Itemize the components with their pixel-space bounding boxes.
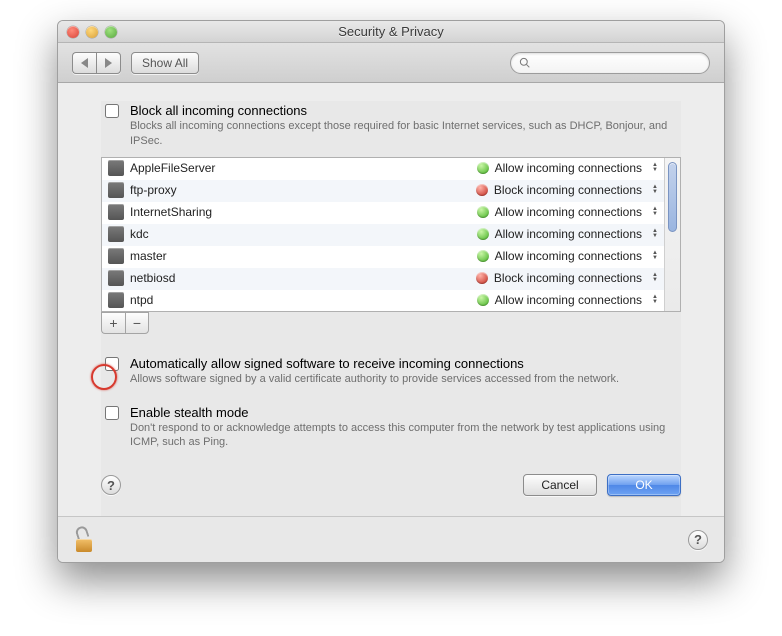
lock-icon[interactable]: [74, 528, 94, 552]
app-rules-list: AppleFileServerAllow incoming connection…: [101, 157, 681, 312]
app-icon: [108, 248, 124, 264]
list-scrollbar[interactable]: [664, 158, 680, 311]
rule-stepper-icon[interactable]: ▲▼: [652, 184, 658, 196]
window-help-button[interactable]: ?: [688, 530, 708, 550]
app-rule-row[interactable]: ftp-proxy Block incoming connections ▲▼: [102, 180, 664, 202]
status-dot-icon: [477, 228, 489, 240]
preferences-window: Security & Privacy Show All Block all in…: [57, 20, 725, 563]
app-rule-row[interactable]: AppleFileServerAllow incoming connection…: [102, 158, 664, 180]
rule-status-cell[interactable]: Allow incoming connections ▲▼: [477, 293, 658, 307]
app-name: InternetSharing: [130, 205, 477, 219]
rule-status-cell[interactable]: Block incoming connections ▲▼: [476, 183, 658, 197]
show-all-button[interactable]: Show All: [131, 52, 199, 74]
add-remove-bar: + −: [101, 312, 681, 334]
status-dot-icon: [477, 294, 489, 306]
auto-allow-label: Automatically allow signed software to r…: [130, 356, 681, 371]
chevron-left-icon: [81, 58, 88, 68]
auto-allow-checkbox[interactable]: [105, 357, 119, 371]
app-name: AppleFileServer: [130, 161, 477, 175]
app-rule-row[interactable]: kdc Allow incoming connections ▲▼: [102, 224, 664, 246]
nav-back-forward: [72, 52, 121, 74]
app-rule-row[interactable]: netbiosd Block incoming connections ▲▼: [102, 268, 664, 290]
app-icon: [108, 226, 124, 242]
rule-status-cell[interactable]: Allow incoming connections ▲▼: [477, 227, 658, 241]
stealth-checkbox[interactable]: [105, 406, 119, 420]
rule-status-cell[interactable]: Block incoming connections ▲▼: [476, 271, 658, 285]
stealth-option: Enable stealth mode Don't respond to or …: [101, 403, 681, 453]
app-icon: [108, 204, 124, 220]
rule-stepper-icon[interactable]: ▲▼: [652, 228, 658, 240]
cancel-button[interactable]: Cancel: [523, 474, 597, 496]
window-title: Security & Privacy: [58, 24, 724, 39]
window-bottom-bar: ?: [58, 516, 724, 562]
rule-stepper-icon[interactable]: ▲▼: [652, 294, 658, 306]
status-dot-icon: [476, 272, 488, 284]
search-field-wrap[interactable]: [510, 52, 710, 74]
ok-button[interactable]: OK: [607, 474, 681, 496]
app-rule-row[interactable]: master Allow incoming connections ▲▼: [102, 246, 664, 268]
app-rule-row[interactable]: ntpd Allow incoming connections ▲▼: [102, 290, 664, 311]
app-name: master: [130, 249, 477, 263]
app-icon: [108, 292, 124, 308]
stealth-label: Enable stealth mode: [130, 405, 681, 420]
help-button[interactable]: ?: [101, 475, 121, 495]
app-name: ntpd: [130, 293, 477, 307]
rule-stepper-icon[interactable]: ▲▼: [652, 272, 658, 284]
app-icon: [108, 270, 124, 286]
app-icon: [108, 182, 124, 198]
sheet-body: Block all incoming connections Blocks al…: [58, 83, 724, 562]
rule-status-text: Allow incoming connections: [495, 249, 642, 263]
auto-allow-option: Automatically allow signed software to r…: [101, 354, 681, 389]
sheet-footer: ? Cancel OK: [101, 474, 681, 516]
app-icon: [108, 160, 124, 176]
app-rule-row[interactable]: InternetSharingAllow incoming connection…: [102, 202, 664, 224]
status-dot-icon: [477, 206, 489, 218]
rule-status-text: Allow incoming connections: [495, 205, 642, 219]
firewall-options-sheet: Block all incoming connections Blocks al…: [101, 101, 681, 516]
rule-stepper-icon[interactable]: ▲▼: [652, 250, 658, 262]
remove-app-button[interactable]: −: [125, 312, 149, 334]
forward-button[interactable]: [96, 52, 121, 74]
block-all-description: Blocks all incoming connections except t…: [130, 119, 681, 149]
rule-status-text: Allow incoming connections: [495, 293, 642, 307]
rule-stepper-icon[interactable]: ▲▼: [652, 206, 658, 218]
rule-status-text: Allow incoming connections: [495, 227, 642, 241]
stealth-description: Don't respond to or acknowledge attempts…: [130, 421, 681, 451]
chevron-right-icon: [105, 58, 112, 68]
block-all-checkbox[interactable]: [105, 104, 119, 118]
add-app-button[interactable]: +: [101, 312, 125, 334]
rule-status-cell[interactable]: Allow incoming connections ▲▼: [477, 249, 658, 263]
rule-status-text: Allow incoming connections: [495, 161, 642, 175]
status-dot-icon: [476, 184, 488, 196]
back-button[interactable]: [72, 52, 96, 74]
app-name: netbiosd: [130, 271, 476, 285]
rule-stepper-icon[interactable]: ▲▼: [652, 162, 658, 174]
toolbar: Show All: [58, 43, 724, 83]
app-rules-list-inner[interactable]: AppleFileServerAllow incoming connection…: [102, 158, 664, 311]
block-all-option: Block all incoming connections Blocks al…: [101, 101, 681, 151]
app-name: ftp-proxy: [130, 183, 476, 197]
rule-status-text: Block incoming connections: [494, 183, 642, 197]
search-input[interactable]: [534, 55, 701, 71]
app-name: kdc: [130, 227, 477, 241]
auto-allow-description: Allows software signed by a valid certif…: [130, 372, 681, 387]
rule-status-text: Block incoming connections: [494, 271, 642, 285]
rule-status-cell[interactable]: Allow incoming connections ▲▼: [477, 161, 658, 175]
status-dot-icon: [477, 162, 489, 174]
search-icon: [519, 57, 530, 68]
titlebar: Security & Privacy: [58, 21, 724, 43]
status-dot-icon: [477, 250, 489, 262]
rule-status-cell[interactable]: Allow incoming connections ▲▼: [477, 205, 658, 219]
block-all-label: Block all incoming connections: [130, 103, 681, 118]
scrollbar-thumb[interactable]: [668, 162, 677, 232]
